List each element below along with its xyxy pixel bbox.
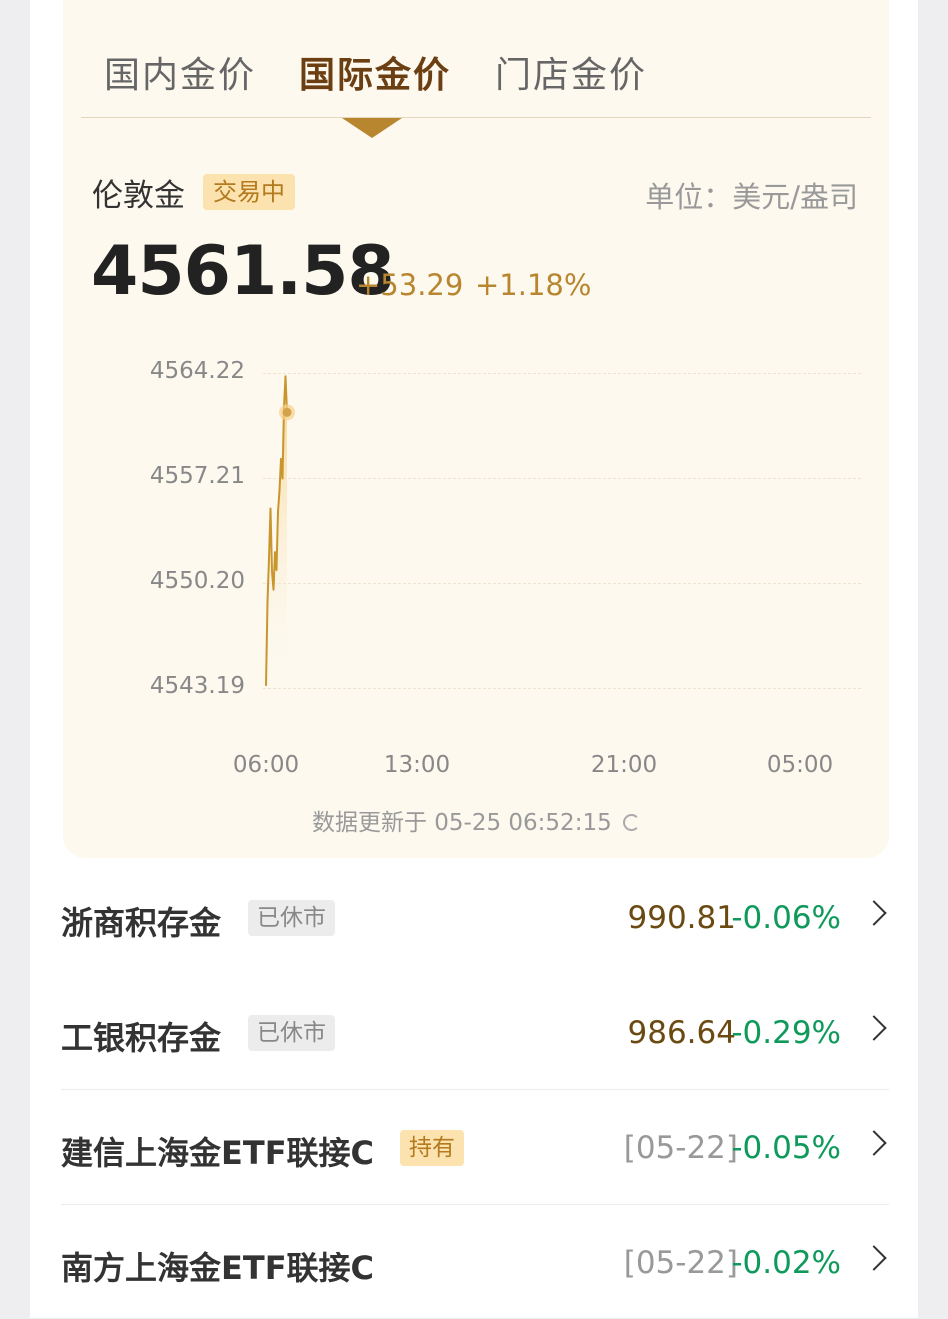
refresh-icon[interactable] xyxy=(623,814,641,831)
fund-name: 南方上海金ETF联接C xyxy=(61,1249,375,1287)
y-tick-label: 4550.20 xyxy=(149,568,245,594)
market-closed-badge: 已休市 xyxy=(248,1015,335,1051)
market-closed-badge: 已休市 xyxy=(248,900,335,936)
unit-label: 单位：美元/盎司 xyxy=(645,180,858,214)
app-screen: 国内金价 国际金价 门店金价 伦敦金 交易中 单位：美元/盎司 4561.58 … xyxy=(30,0,918,1318)
tab-bar: 国内金价 国际金价 门店金价 xyxy=(63,0,889,138)
fund-price: 990.81 xyxy=(627,900,736,936)
chevron-right-icon xyxy=(861,1130,887,1156)
fund-name: 建信上海金ETF联接C xyxy=(61,1134,375,1172)
active-tab-indicator-icon xyxy=(342,118,402,138)
fund-date: [05-22] xyxy=(623,1130,738,1166)
fund-name: 工银积存金 xyxy=(61,1019,222,1057)
holding-badge: 持有 xyxy=(400,1130,464,1166)
instrument-name: 伦敦金 xyxy=(92,178,185,214)
fund-price: 986.64 xyxy=(627,1015,736,1051)
tab-international-gold[interactable]: 国际金价 xyxy=(299,46,451,98)
y-tick-label: 4543.19 xyxy=(149,673,245,699)
chevron-right-icon xyxy=(861,900,887,926)
y-tick-label: 4557.21 xyxy=(149,463,245,489)
fund-change-percent: -0.05% xyxy=(731,1130,841,1166)
price-change: +53.29 xyxy=(356,268,464,302)
tab-divider xyxy=(81,117,871,118)
intraday-price-chart[interactable] xyxy=(263,373,861,689)
fund-date: [05-22] xyxy=(623,1245,738,1281)
x-tick-label: 06:00 xyxy=(232,752,300,778)
data-update-status: 数据更新于 05-25 06:52:15 xyxy=(63,803,889,837)
x-tick-label: 13:00 xyxy=(383,752,451,778)
tab-store-gold[interactable]: 门店金价 xyxy=(495,46,647,98)
update-time-text: 数据更新于 05-25 06:52:15 xyxy=(311,810,612,836)
list-item[interactable]: 建信上海金ETF联接C 持有 [05-22] -0.05% xyxy=(61,1090,889,1204)
fund-change-percent: -0.06% xyxy=(731,900,841,936)
list-item[interactable]: 浙商积存金 已休市 990.81 -0.06% xyxy=(61,860,889,974)
current-price-marker xyxy=(282,407,292,417)
fund-name: 浙商积存金 xyxy=(61,904,222,942)
list-item[interactable]: 工银积存金 已休市 986.64 -0.29% xyxy=(61,975,889,1089)
chevron-right-icon xyxy=(861,1015,887,1041)
chevron-right-icon xyxy=(861,1245,887,1271)
x-tick-label: 21:00 xyxy=(590,752,658,778)
list-item[interactable]: 南方上海金ETF联接C [05-22] -0.02% xyxy=(61,1205,889,1319)
trading-status-badge: 交易中 xyxy=(203,174,295,210)
x-tick-label: 05:00 xyxy=(766,752,834,778)
tab-domestic-gold[interactable]: 国内金价 xyxy=(104,46,256,98)
y-tick-label: 4564.22 xyxy=(149,358,245,384)
fund-change-percent: -0.02% xyxy=(731,1245,841,1281)
price-change-percent: +1.18% xyxy=(475,268,592,302)
gold-price-card: 国内金价 国际金价 门店金价 伦敦金 交易中 单位：美元/盎司 4561.58 … xyxy=(63,0,889,858)
fund-change-percent: -0.29% xyxy=(731,1015,841,1051)
price-line-svg xyxy=(265,375,295,689)
current-price: 4561.58 xyxy=(91,232,395,311)
